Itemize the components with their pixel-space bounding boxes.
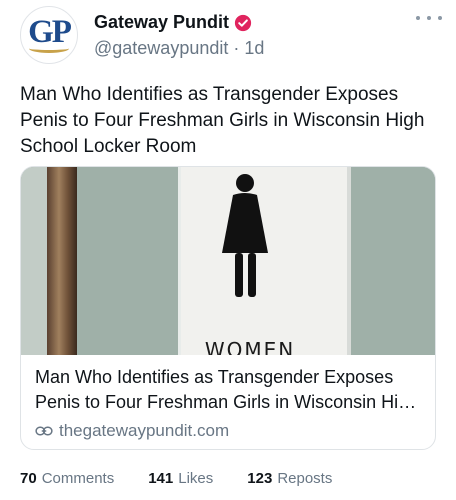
link-card-title[interactable]: Man Who Identifies as Transgender Expose…	[35, 365, 425, 415]
post-stats: 70 Comments 141 Likes 123 Reposts	[20, 470, 366, 487]
link-icon	[35, 426, 53, 436]
stat-label: Comments	[41, 470, 115, 487]
stat-comments[interactable]: 70 Comments	[20, 470, 114, 487]
link-card[interactable]: WOMEN Man Who Identifies as Transgender …	[20, 166, 436, 450]
link-card-domain[interactable]: thegatewaypundit.com	[59, 421, 229, 441]
handle-row: @gatewaypundit · 1d	[94, 38, 264, 59]
link-card-image[interactable]: WOMEN	[21, 167, 435, 355]
more-options-icon[interactable]	[416, 12, 442, 24]
post-text: Man Who Identifies as Transgender Expose…	[20, 84, 425, 157]
verified-badge-icon	[234, 14, 252, 31]
link-card-domain-row[interactable]: thegatewaypundit.com	[35, 421, 425, 441]
separator: ·	[233, 38, 240, 58]
display-name[interactable]: Gateway Pundit	[94, 12, 229, 33]
stat-count: 70	[20, 470, 37, 487]
stat-count: 123	[247, 470, 273, 487]
stat-likes[interactable]: 141 Likes	[148, 470, 213, 487]
avatar[interactable]: GP	[20, 6, 78, 64]
stat-label: Likes	[178, 470, 214, 487]
name-row: Gateway Pundit	[94, 12, 252, 33]
link-card-caption: Man Who Identifies as Transgender Expose…	[35, 365, 425, 441]
stat-reposts[interactable]: 123 Reposts	[247, 470, 332, 487]
stat-count: 141	[148, 470, 174, 487]
post-header: GP Gateway Pundit @gatewaypundit · 1d	[20, 6, 442, 66]
stat-label: Reposts	[277, 470, 333, 487]
timestamp[interactable]: 1d	[244, 38, 264, 58]
sign-text: WOMEN	[205, 338, 295, 355]
avatar-swoosh	[29, 44, 69, 53]
handle[interactable]: @gatewaypundit	[94, 38, 228, 58]
